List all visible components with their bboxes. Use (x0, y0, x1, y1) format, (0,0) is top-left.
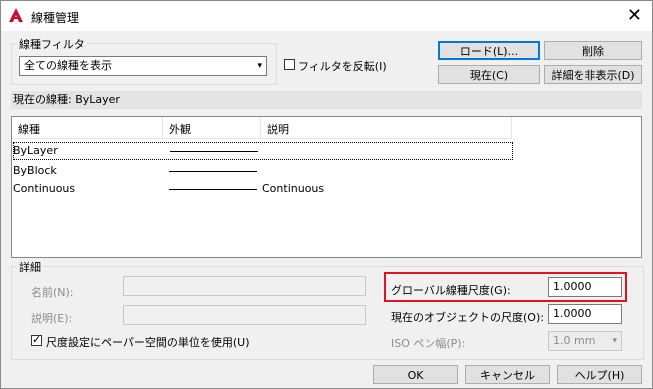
table-row[interactable]: ByBlock (12, 162, 512, 180)
close-icon[interactable]: ✕ (627, 5, 642, 26)
autocad-logo-icon (9, 8, 23, 22)
load-button[interactable]: ロード(L)... (438, 41, 540, 60)
description-label: 説明(E): (31, 312, 73, 325)
linetype-name: Continuous (13, 182, 76, 195)
linetype-name: ByBlock (13, 164, 57, 177)
details-group-label: 詳細 (17, 259, 43, 275)
name-field[interactable] (123, 276, 366, 296)
chevron-down-icon: ▾ (612, 336, 617, 346)
paper-space-units-label[interactable]: 尺度設定にペーパー空間の単位を使用(U) (46, 334, 250, 350)
chevron-down-icon: ▾ (257, 61, 262, 71)
linetype-filter-value: 全ての線種を表示 (24, 59, 112, 72)
linetype-list[interactable]: 線種 外観 説明 ByLayer ByBlock Continuous Cont… (11, 116, 642, 258)
paper-space-units-checkbox[interactable] (31, 333, 42, 346)
table-row[interactable]: Continuous Continuous (12, 180, 512, 198)
linetype-sample (169, 171, 257, 172)
name-label: 名前(N): (31, 286, 74, 299)
linetype-filter-select[interactable]: 全ての線種を表示 ▾ (19, 56, 267, 76)
invert-filter-label[interactable]: フィルタを反転(I) (298, 58, 387, 74)
global-scale-input[interactable]: 1.0000 (548, 277, 622, 297)
column-header-description[interactable]: 説明 (267, 121, 289, 137)
linetype-manager-dialog: 線種管理 ✕ 線種フィルタ 全ての線種を表示 ▾ フィルタを反転(I) ロード(… (0, 0, 653, 389)
linetype-name: ByLayer (13, 144, 58, 157)
window-title: 線種管理 (31, 11, 80, 25)
current-linetype-status: 現在の線種: ByLayer (11, 91, 642, 109)
title-bar: 線種管理 ✕ (1, 1, 652, 31)
pen-width-value: 1.0 mm (553, 334, 596, 347)
pen-width-select[interactable]: 1.0 mm ▾ (548, 331, 622, 351)
object-scale-label: 現在のオブジェクトの尺度(O): (391, 311, 544, 324)
filter-group-label: 線種フィルタ (17, 36, 87, 52)
linetype-sample (169, 189, 257, 190)
current-button[interactable]: 現在(C) (438, 65, 540, 84)
cancel-button[interactable]: キャンセル (465, 365, 550, 384)
ok-button[interactable]: OK (373, 365, 458, 384)
help-button[interactable]: ヘルプ(H) (557, 365, 642, 384)
description-field[interactable] (123, 305, 366, 325)
linetype-description: Continuous (262, 182, 325, 195)
column-header-appearance[interactable]: 外観 (169, 121, 191, 137)
table-row[interactable]: ByLayer (13, 142, 513, 160)
column-header-linetype[interactable]: 線種 (18, 121, 40, 137)
invert-filter-checkbox[interactable] (284, 59, 295, 70)
pen-width-label: ISO ペン幅(P): (391, 337, 466, 350)
object-scale-input[interactable]: 1.0000 (548, 304, 622, 324)
linetype-sample (170, 151, 258, 152)
list-header: 線種 外観 説明 (12, 117, 512, 139)
global-scale-label: グローバル線種尺度(G): (391, 284, 511, 297)
delete-button[interactable]: 削除 (544, 41, 642, 60)
toggle-details-button[interactable]: 詳細を非表示(D) (544, 65, 642, 84)
